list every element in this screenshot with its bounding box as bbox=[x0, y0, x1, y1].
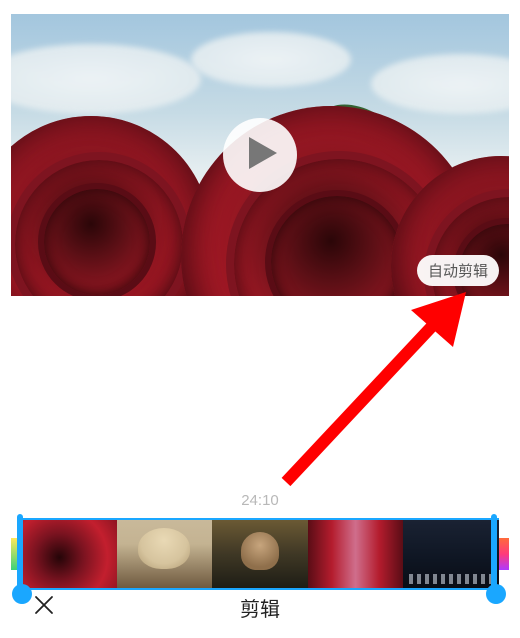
auto-edit-button[interactable]: 自动剪辑 bbox=[417, 255, 499, 286]
page-title: 剪辑 bbox=[11, 593, 509, 622]
trim-handle-left[interactable] bbox=[13, 514, 33, 594]
close-button[interactable] bbox=[33, 594, 55, 621]
timeline-thumb bbox=[117, 520, 213, 588]
duration-label: 24:10 bbox=[11, 492, 509, 509]
timeline-thumb bbox=[21, 520, 117, 588]
bottom-bar: 剪辑 bbox=[11, 590, 509, 624]
auto-edit-label: 自动剪辑 bbox=[428, 263, 488, 280]
timeline-thumb bbox=[403, 520, 499, 588]
timeline-thumb bbox=[212, 520, 308, 588]
timeline-strip[interactable] bbox=[21, 518, 499, 590]
play-icon bbox=[243, 137, 277, 174]
timeline[interactable] bbox=[11, 518, 509, 590]
close-icon bbox=[33, 603, 55, 620]
trim-handle-right[interactable] bbox=[487, 514, 507, 594]
timeline-thumb bbox=[308, 520, 404, 588]
video-preview: 自动剪辑 bbox=[11, 14, 509, 296]
annotation-arrow-icon bbox=[261, 292, 471, 492]
play-button[interactable] bbox=[223, 118, 297, 192]
